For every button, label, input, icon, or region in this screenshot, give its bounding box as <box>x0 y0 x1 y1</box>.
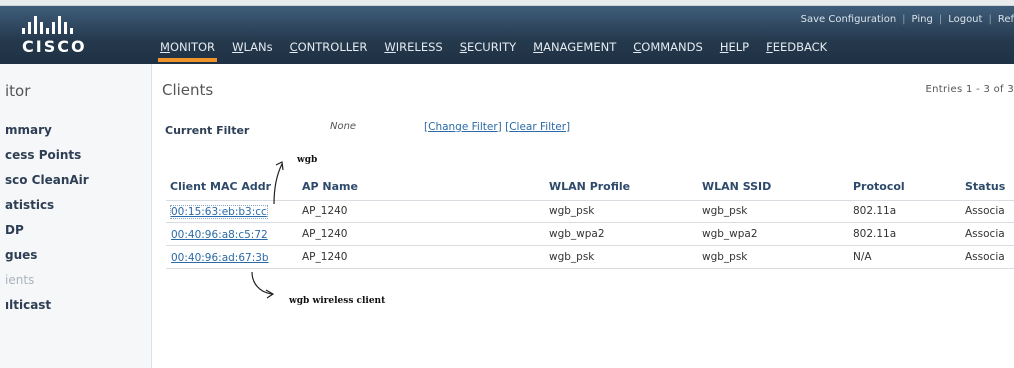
utility-links: Save Configuration | Ping | Logout | Ref <box>801 14 1014 25</box>
main-nav: MONITOR WLANs CONTROLLER WIRELESS SECURI… <box>157 40 844 62</box>
page-title: Clients <box>162 81 214 99</box>
logout-link[interactable]: Logout <box>948 14 982 25</box>
nav-monitor[interactable]: MONITOR <box>157 40 218 62</box>
save-configuration-link[interactable]: Save Configuration <box>801 14 897 25</box>
sidebar-item-summary[interactable]: mmary <box>5 120 89 145</box>
nav-management[interactable]: MANAGEMENT <box>533 40 616 62</box>
annotation-wgb-label: wgb <box>297 155 318 165</box>
sidebar: itor mmary cess Points sco CleanAir atis… <box>0 64 152 368</box>
column-header-wlan-ssid[interactable]: WLAN SSID <box>702 180 771 193</box>
nav-commands[interactable]: COMMANDS <box>633 40 703 62</box>
client-mac-link[interactable]: 00:15:63:eb:b3:cc <box>170 205 268 219</box>
sidebar-item-multicast[interactable]: ılticast <box>5 295 89 320</box>
status-cell: Associa <box>965 228 1005 240</box>
refresh-link[interactable]: Ref <box>998 14 1014 25</box>
ap-name-cell: AP_1240 <box>302 251 348 263</box>
cisco-bars-icon <box>22 16 102 34</box>
wlan-profile-cell: wgb_psk <box>549 251 595 263</box>
wlan-ssid-cell: wgb_psk <box>702 251 748 263</box>
table-row: 00:40:96:a8:c5:72 AP_1240 wgb_wpa2 wgb_w… <box>152 223 1014 245</box>
sidebar-menu: mmary cess Points sco CleanAir atistics … <box>5 120 89 320</box>
sidebar-item-cisco-cleanair[interactable]: sco CleanAir <box>5 170 89 195</box>
nav-security[interactable]: SECURITY <box>460 40 516 62</box>
header-bar: CISCO Save Configuration | Ping | Logout… <box>0 6 1014 64</box>
sidebar-item-cdp[interactable]: DP <box>5 220 89 245</box>
wlan-profile-cell: wgb_wpa2 <box>549 228 605 240</box>
column-header-client-mac[interactable]: Client MAC Addr <box>170 180 271 193</box>
column-header-wlan-profile[interactable]: WLAN Profile <box>549 180 630 193</box>
ap-name-cell: AP_1240 <box>302 205 348 217</box>
column-header-ap-name[interactable]: AP Name <box>302 180 358 193</box>
status-cell: Associa <box>965 251 1005 263</box>
protocol-cell: N/A <box>853 251 872 263</box>
annotation-arrow-curve-icon <box>251 271 275 299</box>
cisco-logo[interactable]: CISCO <box>22 16 102 60</box>
bracket: ] <box>497 121 502 133</box>
logo-text: CISCO <box>22 37 87 56</box>
nav-help[interactable]: HELP <box>720 40 749 62</box>
wlan-ssid-cell: wgb_psk <box>702 205 748 217</box>
table-row: 00:40:96:ad:67:3b AP_1240 wgb_psk wgb_ps… <box>152 246 1014 268</box>
nav-wireless[interactable]: WIRELESS <box>384 40 442 62</box>
main-content: Clients Entries 1 - 3 of 3 Current Filte… <box>152 64 1014 368</box>
wlan-ssid-cell: wgb_wpa2 <box>702 228 758 240</box>
entries-count: Entries 1 - 3 of 3 <box>925 84 1014 95</box>
protocol-cell: 802.11a <box>853 228 897 240</box>
sidebar-item-statistics[interactable]: atistics <box>5 195 89 220</box>
row-divider <box>166 268 1014 269</box>
current-filter-label: Current Filter <box>165 124 250 137</box>
sidebar-title: itor <box>5 82 31 100</box>
column-header-protocol[interactable]: Protocol <box>853 180 905 193</box>
change-filter-link[interactable]: Change Filter <box>428 121 498 133</box>
ap-name-cell: AP_1240 <box>302 228 348 240</box>
ping-link[interactable]: Ping <box>912 14 933 25</box>
annotation-wgb-wireless-client-label: wgb wireless client <box>289 296 386 306</box>
client-mac-link[interactable]: 00:40:96:a8:c5:72 <box>170 228 269 242</box>
status-cell: Associa <box>965 205 1005 217</box>
current-filter-value: None <box>330 121 357 132</box>
annotation-arrow-up-icon <box>273 161 284 205</box>
client-mac-link[interactable]: 00:40:96:ad:67:3b <box>170 251 270 265</box>
nav-feedback[interactable]: FEEDBACK <box>766 40 827 62</box>
filter-links: [Change Filter] [Clear Filter] <box>424 121 570 133</box>
clear-filter-link[interactable]: Clear Filter <box>509 121 566 133</box>
column-header-status[interactable]: Status <box>965 180 1005 193</box>
protocol-cell: 802.11a <box>853 205 897 217</box>
sidebar-item-clients[interactable]: ients <box>5 270 89 295</box>
sidebar-item-rogues[interactable]: gues <box>5 245 89 270</box>
utility-divider: | <box>938 14 943 25</box>
nav-controller[interactable]: CONTROLLER <box>290 40 368 62</box>
bracket: ] <box>566 121 571 133</box>
sidebar-item-access-points[interactable]: cess Points <box>5 145 89 170</box>
nav-wlans[interactable]: WLANs <box>232 40 273 62</box>
wlan-profile-cell: wgb_psk <box>549 205 595 217</box>
utility-divider: | <box>902 14 906 25</box>
utility-divider: | <box>988 14 992 25</box>
